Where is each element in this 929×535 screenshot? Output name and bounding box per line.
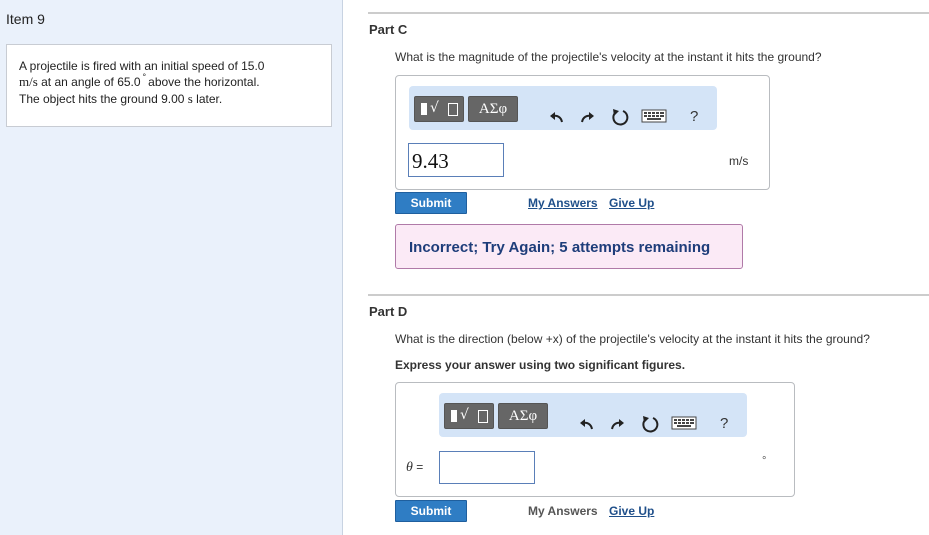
part-d-instruction: Express your answer using two significan… (395, 358, 686, 372)
symbols-button[interactable]: ΑΣφ (468, 96, 518, 122)
part-c-my-answers-link[interactable]: My Answers (528, 196, 598, 210)
degree-symbol: ° (142, 72, 147, 82)
part-d-title: Part D (369, 304, 408, 319)
part-c-divider (368, 12, 929, 14)
part-c-title: Part C (369, 22, 408, 37)
help-button[interactable]: ? (690, 108, 698, 125)
problem-line-3: The object hits the ground 9.00 s later. (19, 91, 319, 107)
help-button[interactable]: ? (720, 415, 728, 432)
box-icon (448, 103, 458, 116)
part-c-unit: m/s (729, 154, 749, 168)
part-d-submit-button[interactable]: Submit (395, 500, 467, 522)
item-title: Item 9 (6, 11, 45, 27)
time-suffix: later. (192, 92, 223, 106)
reset-icon[interactable] (609, 106, 631, 128)
speed-unit: m/s (19, 74, 38, 89)
reset-icon[interactable] (639, 413, 661, 435)
theta-symbol: θ (406, 460, 413, 475)
part-c-question: What is the magnitude of the projectile'… (395, 50, 822, 64)
problem-panel: Item 9 A projectile is fired with an ini… (0, 0, 343, 535)
block-icon (451, 410, 457, 422)
block-icon (421, 103, 427, 115)
theta-label: θ = (406, 460, 423, 476)
part-c-answer-input[interactable] (408, 143, 504, 177)
undo-icon[interactable] (546, 107, 568, 129)
radical-icon: √ (430, 100, 439, 116)
part-d-toolbar: √ ΑΣφ ? (439, 393, 747, 437)
part-d-divider (368, 294, 929, 296)
symbols-button[interactable]: ΑΣφ (498, 403, 548, 429)
time-text: The object hits the ground 9.00 (19, 92, 188, 106)
part-c-toolbar: √ ΑΣφ ? (409, 86, 717, 130)
angle-text: at an angle of 65.0 (37, 75, 141, 89)
part-c-give-up-link[interactable]: Give Up (609, 196, 654, 210)
redo-icon[interactable] (606, 414, 628, 436)
problem-line-2: m/s at an angle of 65.0 ° above the horizo… (19, 72, 319, 91)
part-c-submit-button[interactable]: Submit (395, 192, 467, 214)
templates-button[interactable]: √ (444, 403, 494, 429)
part-c-feedback: Incorrect; Try Again; 5 attempts remaini… (395, 224, 743, 269)
part-d-question: What is the direction (below +x) of the … (395, 332, 870, 346)
radical-icon: √ (460, 407, 469, 423)
problem-line-1: A projectile is fired with an initial sp… (19, 59, 265, 73)
problem-statement: A projectile is fired with an initial sp… (6, 44, 332, 127)
part-d-my-answers-link[interactable]: My Answers (528, 504, 598, 518)
part-c-answer-box: √ ΑΣφ ? m/s (395, 75, 770, 190)
equals-sign: = (412, 460, 424, 474)
undo-icon[interactable] (576, 414, 598, 436)
angle-reference: above the horizontal. (148, 75, 260, 89)
templates-button[interactable]: √ (414, 96, 464, 122)
part-d-give-up-link[interactable]: Give Up (609, 504, 654, 518)
keyboard-icon[interactable] (641, 108, 667, 124)
redo-icon[interactable] (576, 107, 598, 129)
part-d-answer-input[interactable] (439, 451, 535, 484)
box-icon (478, 410, 488, 423)
keyboard-icon[interactable] (671, 415, 697, 431)
part-d-unit: ° (762, 455, 767, 467)
